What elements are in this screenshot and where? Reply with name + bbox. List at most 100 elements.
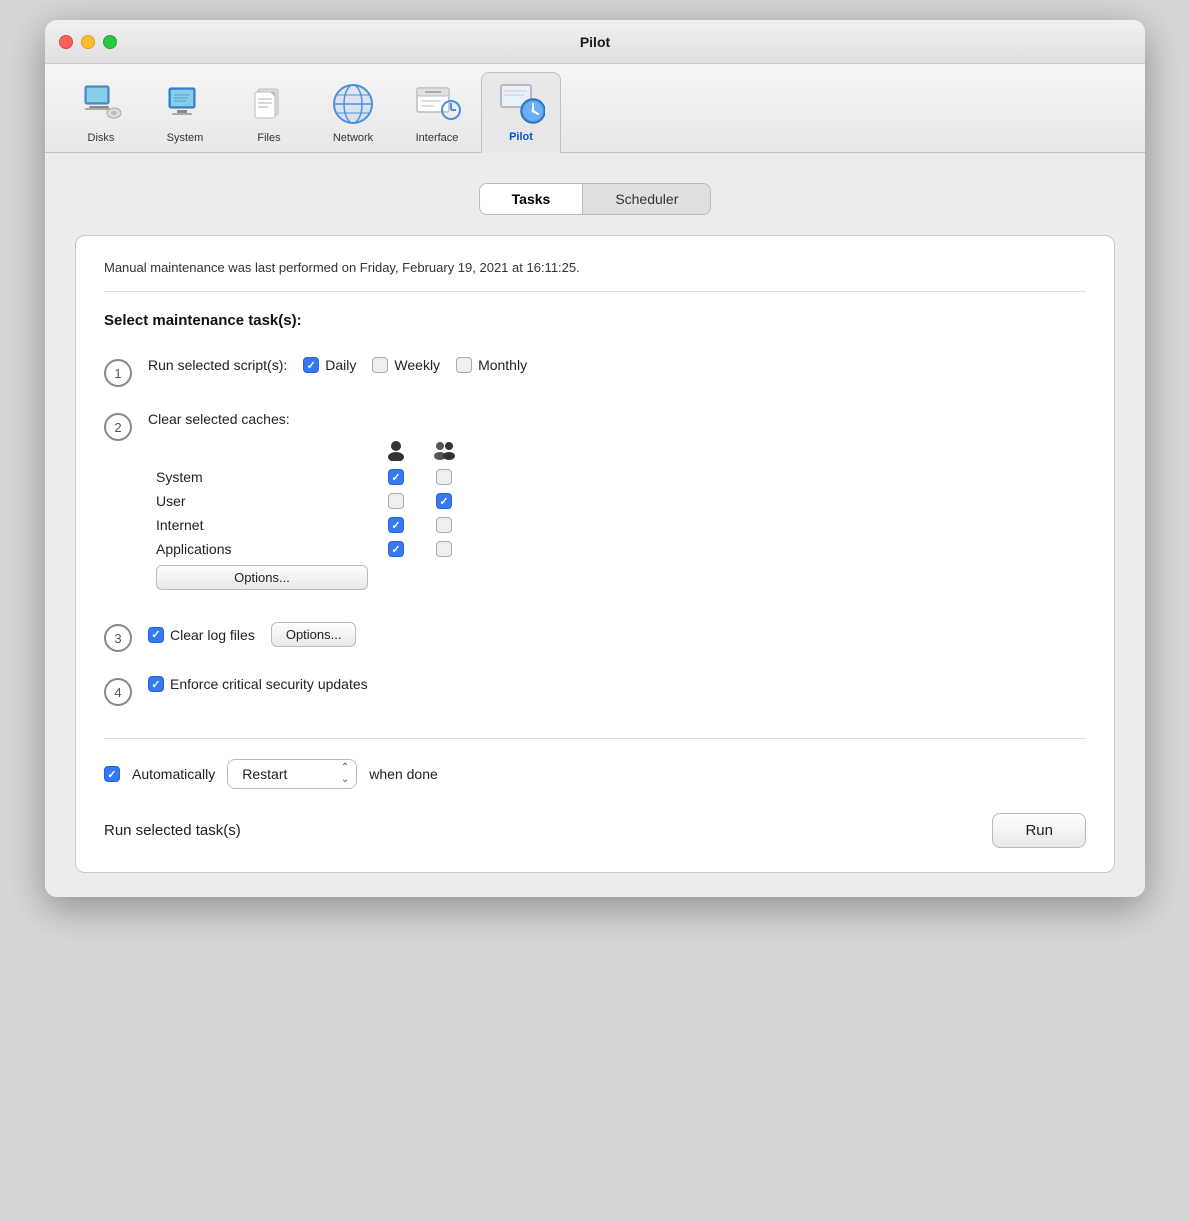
user-col2-checkbox[interactable] — [436, 493, 452, 509]
system-col2-checkbox[interactable] — [436, 469, 452, 485]
cache-cb-internet-col2[interactable] — [424, 517, 464, 533]
internet-col1-checkbox[interactable] — [388, 517, 404, 533]
divider — [104, 291, 1086, 292]
weekly-checkbox[interactable] — [372, 357, 388, 373]
daily-checkbox[interactable] — [303, 357, 319, 373]
system-col1-checkbox[interactable] — [388, 469, 404, 485]
applications-col2-checkbox[interactable] — [436, 541, 452, 557]
task-section: 1 Run selected script(s): Daily Weekly — [104, 357, 1086, 706]
task-content-3: Clear log files Options... — [148, 622, 1086, 647]
cache-cb-internet-col1[interactable] — [376, 517, 416, 533]
single-user-icon — [376, 439, 416, 461]
internet-col2-checkbox[interactable] — [436, 517, 452, 533]
monthly-checkbox-item[interactable]: Monthly — [456, 357, 527, 373]
security-checkbox[interactable] — [148, 676, 164, 692]
action-select[interactable]: Restart Shutdown Log Out Sleep Nothing — [227, 759, 357, 789]
step-badge-3: 3 — [104, 624, 132, 652]
weekly-label: Weekly — [394, 357, 440, 373]
disks-icon — [77, 80, 125, 128]
toolbar-label-network: Network — [333, 132, 373, 144]
cache-cb-applications-col1[interactable] — [376, 541, 416, 557]
when-done-label: when done — [369, 766, 438, 782]
toolbar-item-pilot[interactable]: Pilot — [481, 72, 561, 153]
daily-label: Daily — [325, 357, 356, 373]
multi-user-icon — [424, 439, 464, 461]
task-content-1: Run selected script(s): Daily Weekly — [148, 357, 1086, 373]
log-options-button[interactable]: Options... — [271, 622, 357, 647]
cache-row-user: User — [148, 493, 1086, 509]
auto-checkbox-item[interactable] — [104, 766, 120, 782]
cache-cb-user-col2[interactable] — [424, 493, 464, 509]
toolbar-item-files[interactable]: Files — [229, 74, 309, 152]
cache-cb-applications-col2[interactable] — [424, 541, 464, 557]
cache-section: System User — [148, 439, 1086, 590]
cache-label-system: System — [148, 469, 368, 485]
applications-col1-checkbox[interactable] — [388, 541, 404, 557]
interface-icon — [413, 80, 461, 128]
auto-checkbox[interactable] — [104, 766, 120, 782]
cache-cb-system-col2[interactable] — [424, 469, 464, 485]
cache-cb-system-col1[interactable] — [376, 469, 416, 485]
clear-log-checkbox-item[interactable]: Clear log files — [148, 627, 255, 643]
cache-row-applications: Applications Options... — [148, 541, 1086, 590]
files-icon — [245, 80, 293, 128]
step-badge-4: 4 — [104, 678, 132, 706]
task-row-3: 3 Clear log files Options... — [104, 622, 1086, 652]
daily-checkbox-item[interactable]: Daily — [303, 357, 356, 373]
network-icon — [329, 80, 377, 128]
task-row-1: 1 Run selected script(s): Daily Weekly — [104, 357, 1086, 387]
monthly-checkbox[interactable] — [456, 357, 472, 373]
toolbar-item-disks[interactable]: Disks — [61, 74, 141, 152]
main-window: Pilot Disks — [45, 20, 1145, 897]
traffic-lights — [59, 35, 117, 49]
content-panel: Manual maintenance was last performed on… — [75, 235, 1115, 873]
applications-options-button[interactable]: Options... — [156, 565, 368, 590]
weekly-checkbox-item[interactable]: Weekly — [372, 357, 440, 373]
cache-cb-user-col1[interactable] — [376, 493, 416, 509]
toolbar: Disks System — [45, 64, 1145, 153]
toolbar-item-network[interactable]: Network — [313, 74, 393, 152]
task-inline-3: Clear log files Options... — [148, 622, 1086, 647]
pilot-icon — [497, 79, 545, 127]
security-label: Enforce critical security updates — [170, 676, 368, 692]
close-button[interactable] — [59, 35, 73, 49]
task-inline-1: Run selected script(s): Daily Weekly — [148, 357, 1086, 373]
toolbar-label-files: Files — [257, 132, 280, 144]
run-section: Run selected task(s) Run — [104, 813, 1086, 848]
minimize-button[interactable] — [81, 35, 95, 49]
clear-log-checkbox[interactable] — [148, 627, 164, 643]
maximize-button[interactable] — [103, 35, 117, 49]
tab-tasks[interactable]: Tasks — [480, 184, 584, 214]
task-title-2: Clear selected caches: — [148, 411, 290, 427]
tab-group: Tasks Scheduler — [479, 183, 712, 215]
cache-row-system: System — [148, 469, 1086, 485]
cache-header — [148, 439, 1086, 461]
toolbar-item-system[interactable]: System — [145, 74, 225, 152]
step-badge-1: 1 — [104, 359, 132, 387]
cache-label-internet: Internet — [148, 517, 368, 533]
security-checkbox-item[interactable]: Enforce critical security updates — [148, 676, 368, 692]
task-content-4: Enforce critical security updates — [148, 676, 1086, 692]
task-label-2-row: Clear selected caches: — [148, 411, 1086, 427]
section-label: Select maintenance task(s): — [104, 312, 1086, 329]
toolbar-item-interface[interactable]: Interface — [397, 74, 477, 152]
toolbar-label-disks: Disks — [88, 132, 115, 144]
user-col1-checkbox[interactable] — [388, 493, 404, 509]
title-bar: Pilot — [45, 20, 1145, 64]
toolbar-label-system: System — [167, 132, 204, 144]
auto-label-before: Automatically — [132, 766, 215, 782]
cache-label-user: User — [148, 493, 368, 509]
window-title: Pilot — [580, 34, 610, 50]
system-icon — [161, 80, 209, 128]
select-wrapper: Restart Shutdown Log Out Sleep Nothing — [227, 759, 357, 789]
toolbar-label-pilot: Pilot — [509, 131, 533, 143]
toolbar-label-interface: Interface — [416, 132, 459, 144]
main-content: Tasks Scheduler Manual maintenance was l… — [45, 153, 1145, 897]
cache-row-internet: Internet — [148, 517, 1086, 533]
monthly-label: Monthly — [478, 357, 527, 373]
task-row-2: 2 Clear selected caches: — [104, 411, 1086, 598]
task-content-2: Clear selected caches: — [148, 411, 1086, 598]
tab-scheduler[interactable]: Scheduler — [583, 184, 710, 214]
maintenance-info: Manual maintenance was last performed on… — [104, 260, 1086, 275]
run-button[interactable]: Run — [992, 813, 1086, 848]
